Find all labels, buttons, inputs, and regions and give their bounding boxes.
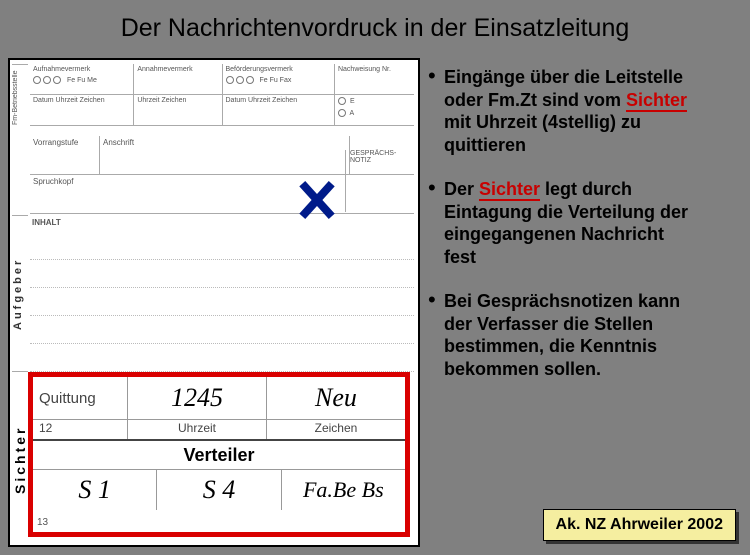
hdr-uhrzeit: Uhrzeit <box>128 419 267 439</box>
quittung-row: Quittung 1245 Neu <box>33 377 405 420</box>
highlight-box: Quittung 1245 Neu 12 Uhrzeit Zeichen Ver… <box>28 372 410 537</box>
r2-a: A <box>350 110 355 117</box>
side-label-fm: Fm-Betriebsstelle <box>12 64 28 131</box>
b2-pre: Der <box>444 179 479 199</box>
form-preview: Fm-Betriebsstelle Aufgeber Sichter Aufna… <box>8 58 420 547</box>
hdr-annahme: Annahmevermerk <box>134 64 222 94</box>
bullet-list: Eingänge über die Leitstelle oder Fm.Zt … <box>428 66 736 380</box>
anschrift: Anschrift <box>100 136 350 174</box>
num13: 13 <box>37 517 48 528</box>
verteiler-fabe: Fa.Be Bs <box>303 477 384 503</box>
b2-c2: eingegangenen Nachricht <box>444 223 736 246</box>
verteiler-s1: S 1 <box>78 475 111 505</box>
b2-c1: Eintagung die Verteilung der <box>444 201 736 224</box>
slide: Der Nachrichtenvordruck in der Einsatzle… <box>0 0 750 555</box>
inhalt-label: INHALT <box>32 218 61 227</box>
footer-badge: Ak. NZ Ahrweiler 2002 <box>543 509 736 541</box>
b1-lead: Eingänge über die Leitstelle <box>444 66 736 89</box>
b1-tail1: mit Uhrzeit (4stellig) zu <box>444 111 736 134</box>
gespr-a: GESPRÄCHS- <box>350 150 408 157</box>
r2-c3: Datum Uhrzeit Zeichen <box>223 95 335 125</box>
b3-c3: bekommen sollen. <box>444 358 736 381</box>
vorrang: Vorrangstufe <box>30 136 100 174</box>
side-label-sichter: Sichter <box>12 378 28 541</box>
b1-tail2: quittieren <box>444 134 736 157</box>
bullet-2: Der Sichter legt durch Eintagung die Ver… <box>428 178 736 268</box>
b3-c1: der Verfasser die Stellen <box>444 313 736 336</box>
b2-key: Sichter <box>479 179 540 201</box>
gespraechsnotiz-box: GESPRÄCHS- NOTIZ <box>345 150 408 212</box>
r2-c1: Datum Uhrzeit Zeichen <box>30 95 134 125</box>
r2-c2: Uhrzeit Zeichen <box>134 95 222 125</box>
b2-c3: fest <box>444 246 736 269</box>
hdr-befoerderung-sub: Fe Fu Fax <box>259 77 291 84</box>
b3-c2: bestimmen, die Kenntnis <box>444 335 736 358</box>
hdr-zeichen: Zeichen <box>267 419 405 439</box>
gespr-b: NOTIZ <box>350 157 408 164</box>
slide-content: Fm-Betriebsstelle Aufgeber Sichter Aufna… <box>8 58 742 547</box>
num12: 12 <box>33 419 128 439</box>
quittung-sign: Neu <box>315 383 357 413</box>
x-mark-icon <box>294 178 340 222</box>
content-lines <box>30 232 414 367</box>
verteiler-s4: S 4 <box>203 475 236 505</box>
bullet-3: Bei Gesprächsnotizen kann der Verfasser … <box>428 290 736 380</box>
r2-e: E <box>350 98 355 105</box>
b1-cont: oder Fm.Zt sind vom <box>444 90 626 110</box>
quittung-label: Quittung <box>33 377 128 419</box>
hdr-aufnahme-sub: Fe Fu Me <box>67 77 97 84</box>
verteiler-title: Verteiler <box>33 441 405 470</box>
hdr-aufnahme: Aufnahmevermerk <box>33 66 130 73</box>
explanation-panel: Eingänge über die Leitstelle oder Fm.Zt … <box>426 58 742 547</box>
verteiler-row: S 1 S 4 Fa.Be Bs <box>33 469 405 510</box>
b2-post: legt durch <box>540 179 632 199</box>
bullet-1: Eingänge über die Leitstelle oder Fm.Zt … <box>428 66 736 156</box>
hdr-befoerderung: Beförderungsvermerk <box>226 66 331 73</box>
quittung-time: 1245 <box>171 383 223 413</box>
hdr-nachweis: Nachweisung Nr. <box>335 64 414 94</box>
quittung-headers: 12 Uhrzeit Zeichen <box>33 419 405 441</box>
b3-lead: Bei Gesprächsnotizen kann <box>444 290 736 313</box>
slide-title: Der Nachrichtenvordruck in der Einsatzle… <box>0 0 750 55</box>
side-label-aufgeber: Aufgeber <box>12 215 28 372</box>
b1-key: Sichter <box>626 90 687 112</box>
